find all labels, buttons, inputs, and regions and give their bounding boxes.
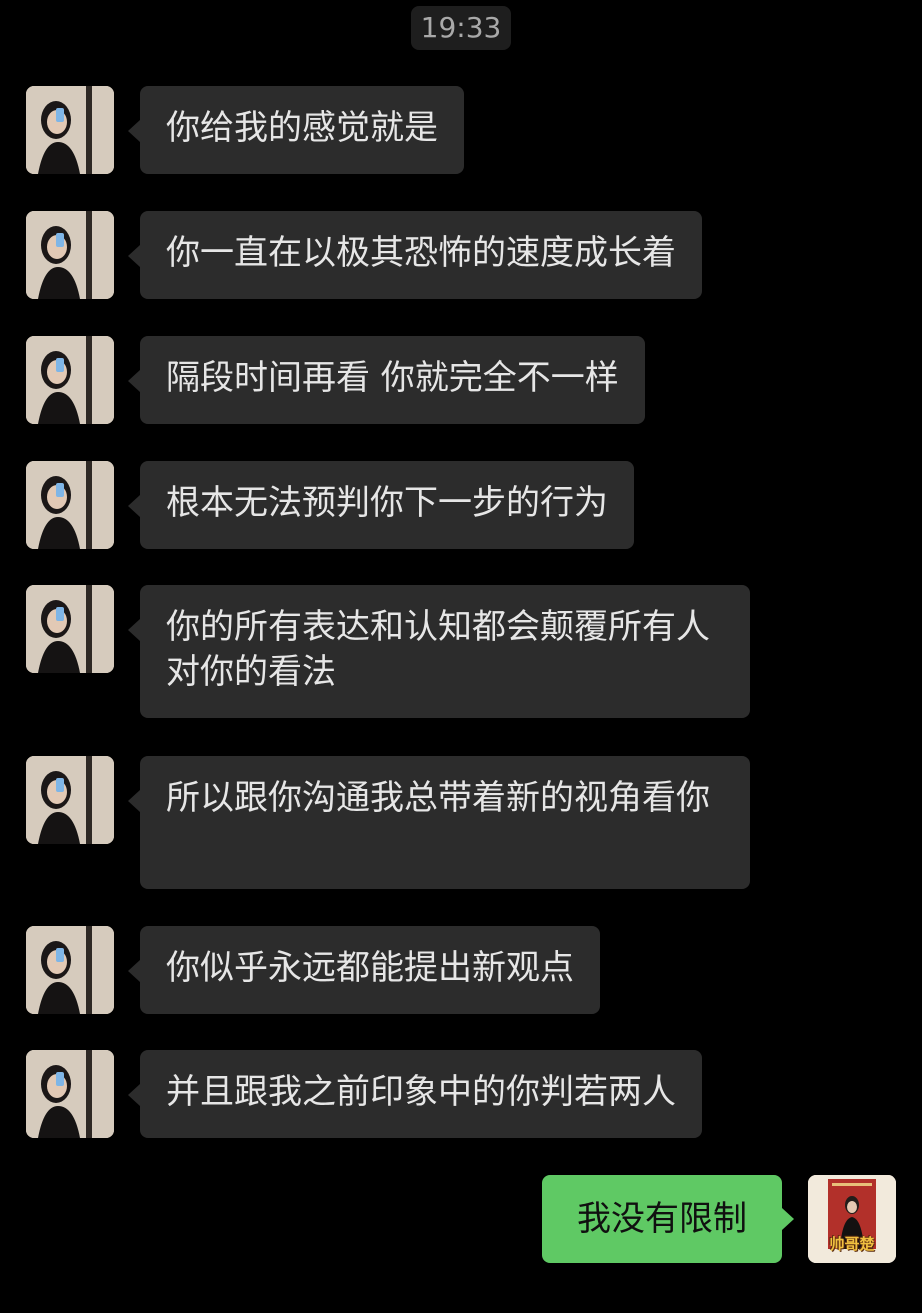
reply-bubble[interactable]: 我没有限制 [542,1175,794,1263]
message-text: 你一直在以极其恐怖的速度成长着 [166,233,676,273]
message-text: 根本无法预判你下一步的行为 [166,483,608,523]
message-bubble[interactable]: 你的所有表达和认知都会颠覆所有人对你的看法 [128,585,750,718]
timestamp: 19:33 [411,6,511,50]
contact-avatar-icon[interactable] [26,336,114,424]
message-bubble[interactable]: 你一直在以极其恐怖的速度成长着 [128,211,702,299]
message-bubble[interactable]: 并且跟我之前印象中的你判若两人 [128,1050,702,1138]
self-avatar-icon[interactable]: 帅哥楚 [808,1175,896,1263]
message-bubble[interactable]: 隔段时间再看 你就完全不一样 [128,336,645,424]
self-avatar-caption: 帅哥楚 [829,1235,875,1253]
contact-avatar-icon[interactable] [26,211,114,299]
message-text: 你的所有表达和认知都会颠覆所有人对你的看法 [166,607,710,692]
reply-text: 我没有限制 [577,1199,747,1239]
message-bubble[interactable]: 你给我的感觉就是 [128,86,464,174]
message-text: 你给我的感觉就是 [166,108,438,148]
contact-avatar-icon[interactable] [26,926,114,1014]
contact-avatar-icon[interactable] [26,585,114,673]
message-text: 你似乎永远都能提出新观点 [166,948,574,988]
contact-avatar-icon[interactable] [26,461,114,549]
message-text: 隔段时间再看 你就完全不一样 [166,358,619,398]
contact-avatar-icon[interactable] [26,1050,114,1138]
message-bubble[interactable]: 所以跟你沟通我总带着新的视角看你 [128,756,750,889]
message-bubble[interactable]: 你似乎永远都能提出新观点 [128,926,600,1014]
message-text: 所以跟你沟通我总带着新的视角看你 [166,778,710,818]
contact-avatar-icon[interactable] [26,756,114,844]
message-bubble[interactable]: 根本无法预判你下一步的行为 [128,461,634,549]
message-text: 并且跟我之前印象中的你判若两人 [166,1072,676,1112]
contact-avatar-icon[interactable] [26,86,114,174]
